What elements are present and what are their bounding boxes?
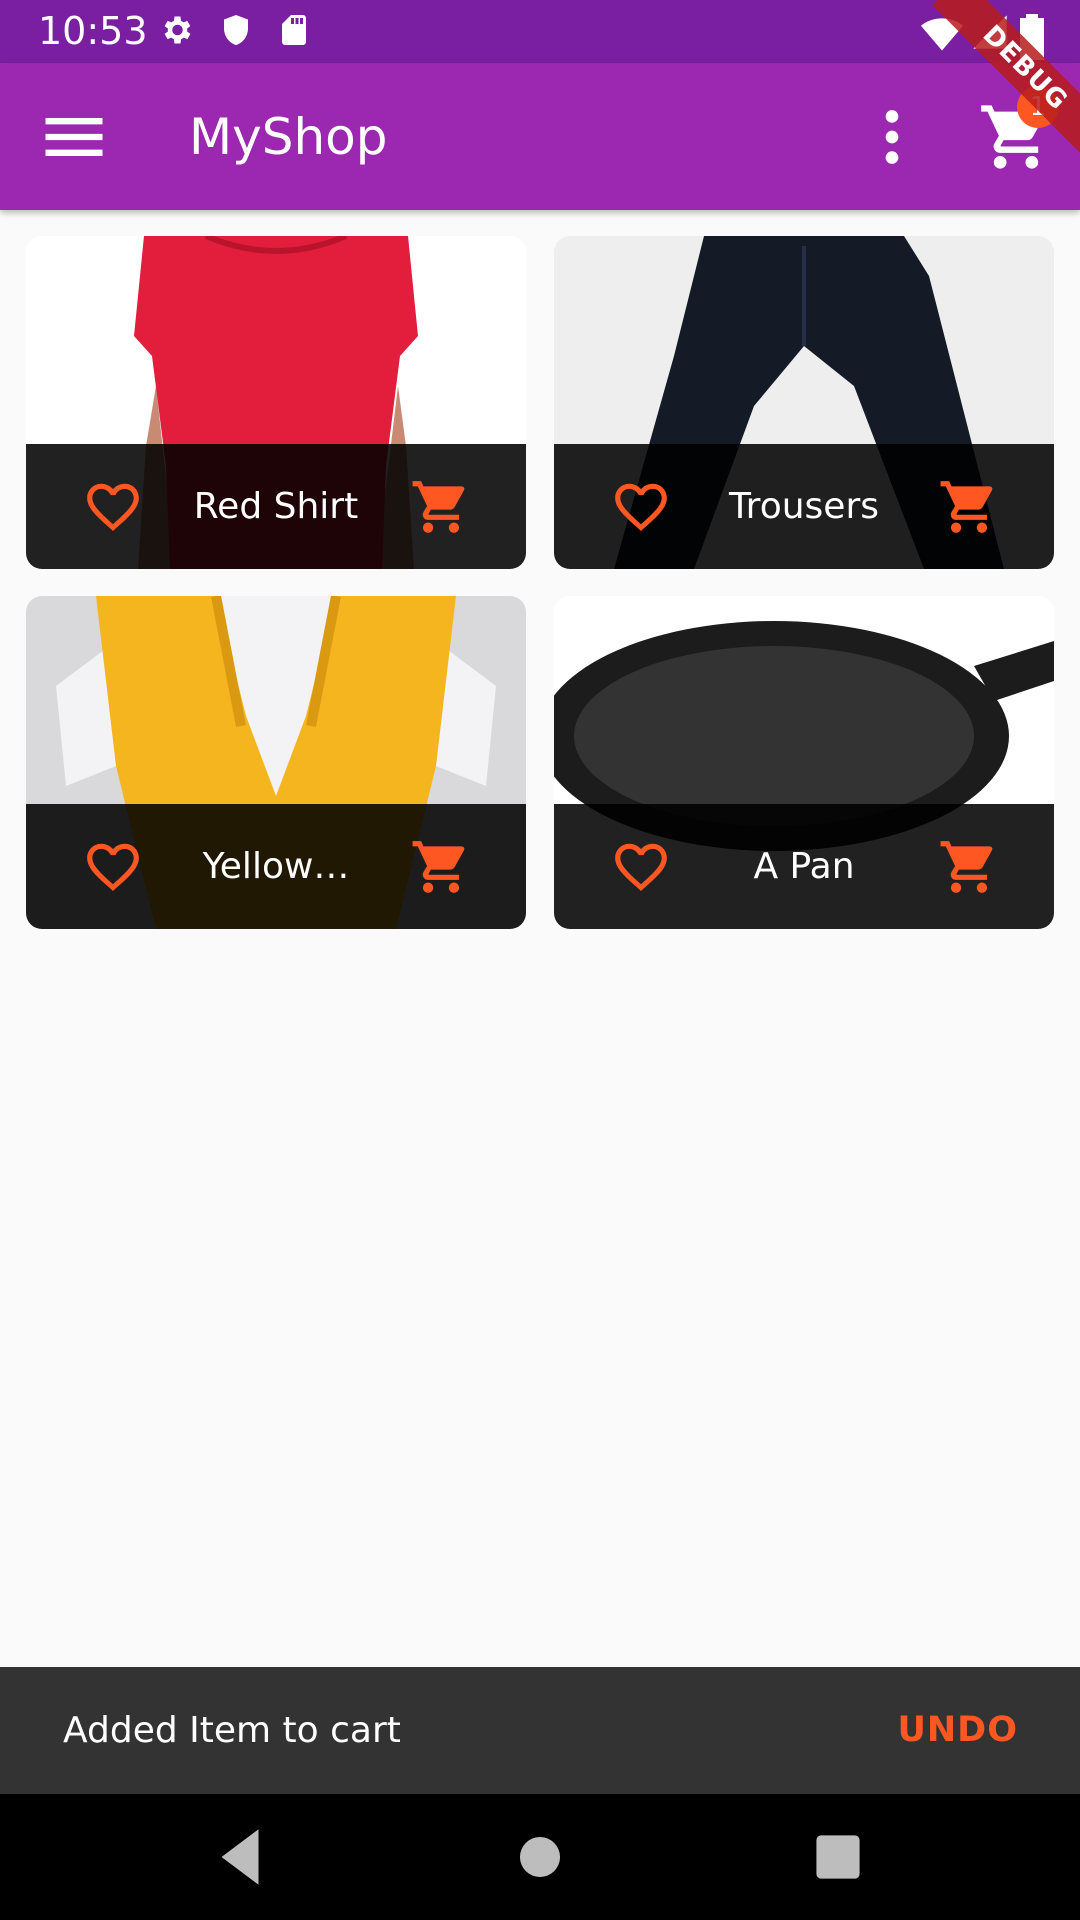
status-bar: 10:53: [0, 0, 1080, 63]
snackbar-message: Added Item to cart: [63, 1710, 401, 1751]
tile-footer: Red Shirt: [26, 444, 526, 569]
undo-button[interactable]: UNDO: [897, 1705, 1018, 1755]
product-tile[interactable]: A Pan: [554, 596, 1054, 929]
tile-footer: Yellow…: [26, 804, 526, 929]
product-title: Red Shirt: [193, 486, 359, 527]
tile-footer: A Pan: [554, 804, 1054, 929]
product-title: Trousers: [728, 486, 879, 527]
recents-square-icon[interactable]: [801, 1820, 875, 1894]
add-to-cart-icon[interactable]: [938, 476, 1000, 538]
product-title: A Pan: [753, 846, 855, 887]
favorite-heart-icon[interactable]: [610, 476, 672, 538]
product-tile[interactable]: Yellow…: [26, 596, 526, 929]
system-nav-bar: [0, 1794, 1080, 1920]
shield-icon: [218, 12, 254, 50]
gear-icon: [158, 12, 194, 50]
product-tile[interactable]: Trousers: [554, 236, 1054, 569]
page-title: MyShop: [189, 108, 388, 166]
app-bar: MyShop: [0, 63, 1080, 210]
product-title: Yellow…: [202, 846, 350, 887]
add-to-cart-icon[interactable]: [410, 476, 472, 538]
favorite-heart-icon[interactable]: [82, 836, 144, 898]
product-tile[interactable]: Red Shirt: [26, 236, 526, 569]
sd-card-icon: [276, 12, 312, 50]
add-to-cart-icon[interactable]: [410, 836, 472, 898]
status-time: 10:53: [38, 9, 148, 53]
home-circle-icon[interactable]: [503, 1820, 577, 1894]
snackbar: Added Item to cart UNDO: [0, 1667, 1080, 1794]
back-triangle-icon[interactable]: [203, 1820, 277, 1894]
favorite-heart-icon[interactable]: [82, 476, 144, 538]
favorite-heart-icon[interactable]: [610, 836, 672, 898]
more-vert-icon[interactable]: [854, 99, 930, 175]
hamburger-menu-icon[interactable]: [36, 99, 112, 175]
add-to-cart-icon[interactable]: [938, 836, 1000, 898]
tile-footer: Trousers: [554, 444, 1054, 569]
